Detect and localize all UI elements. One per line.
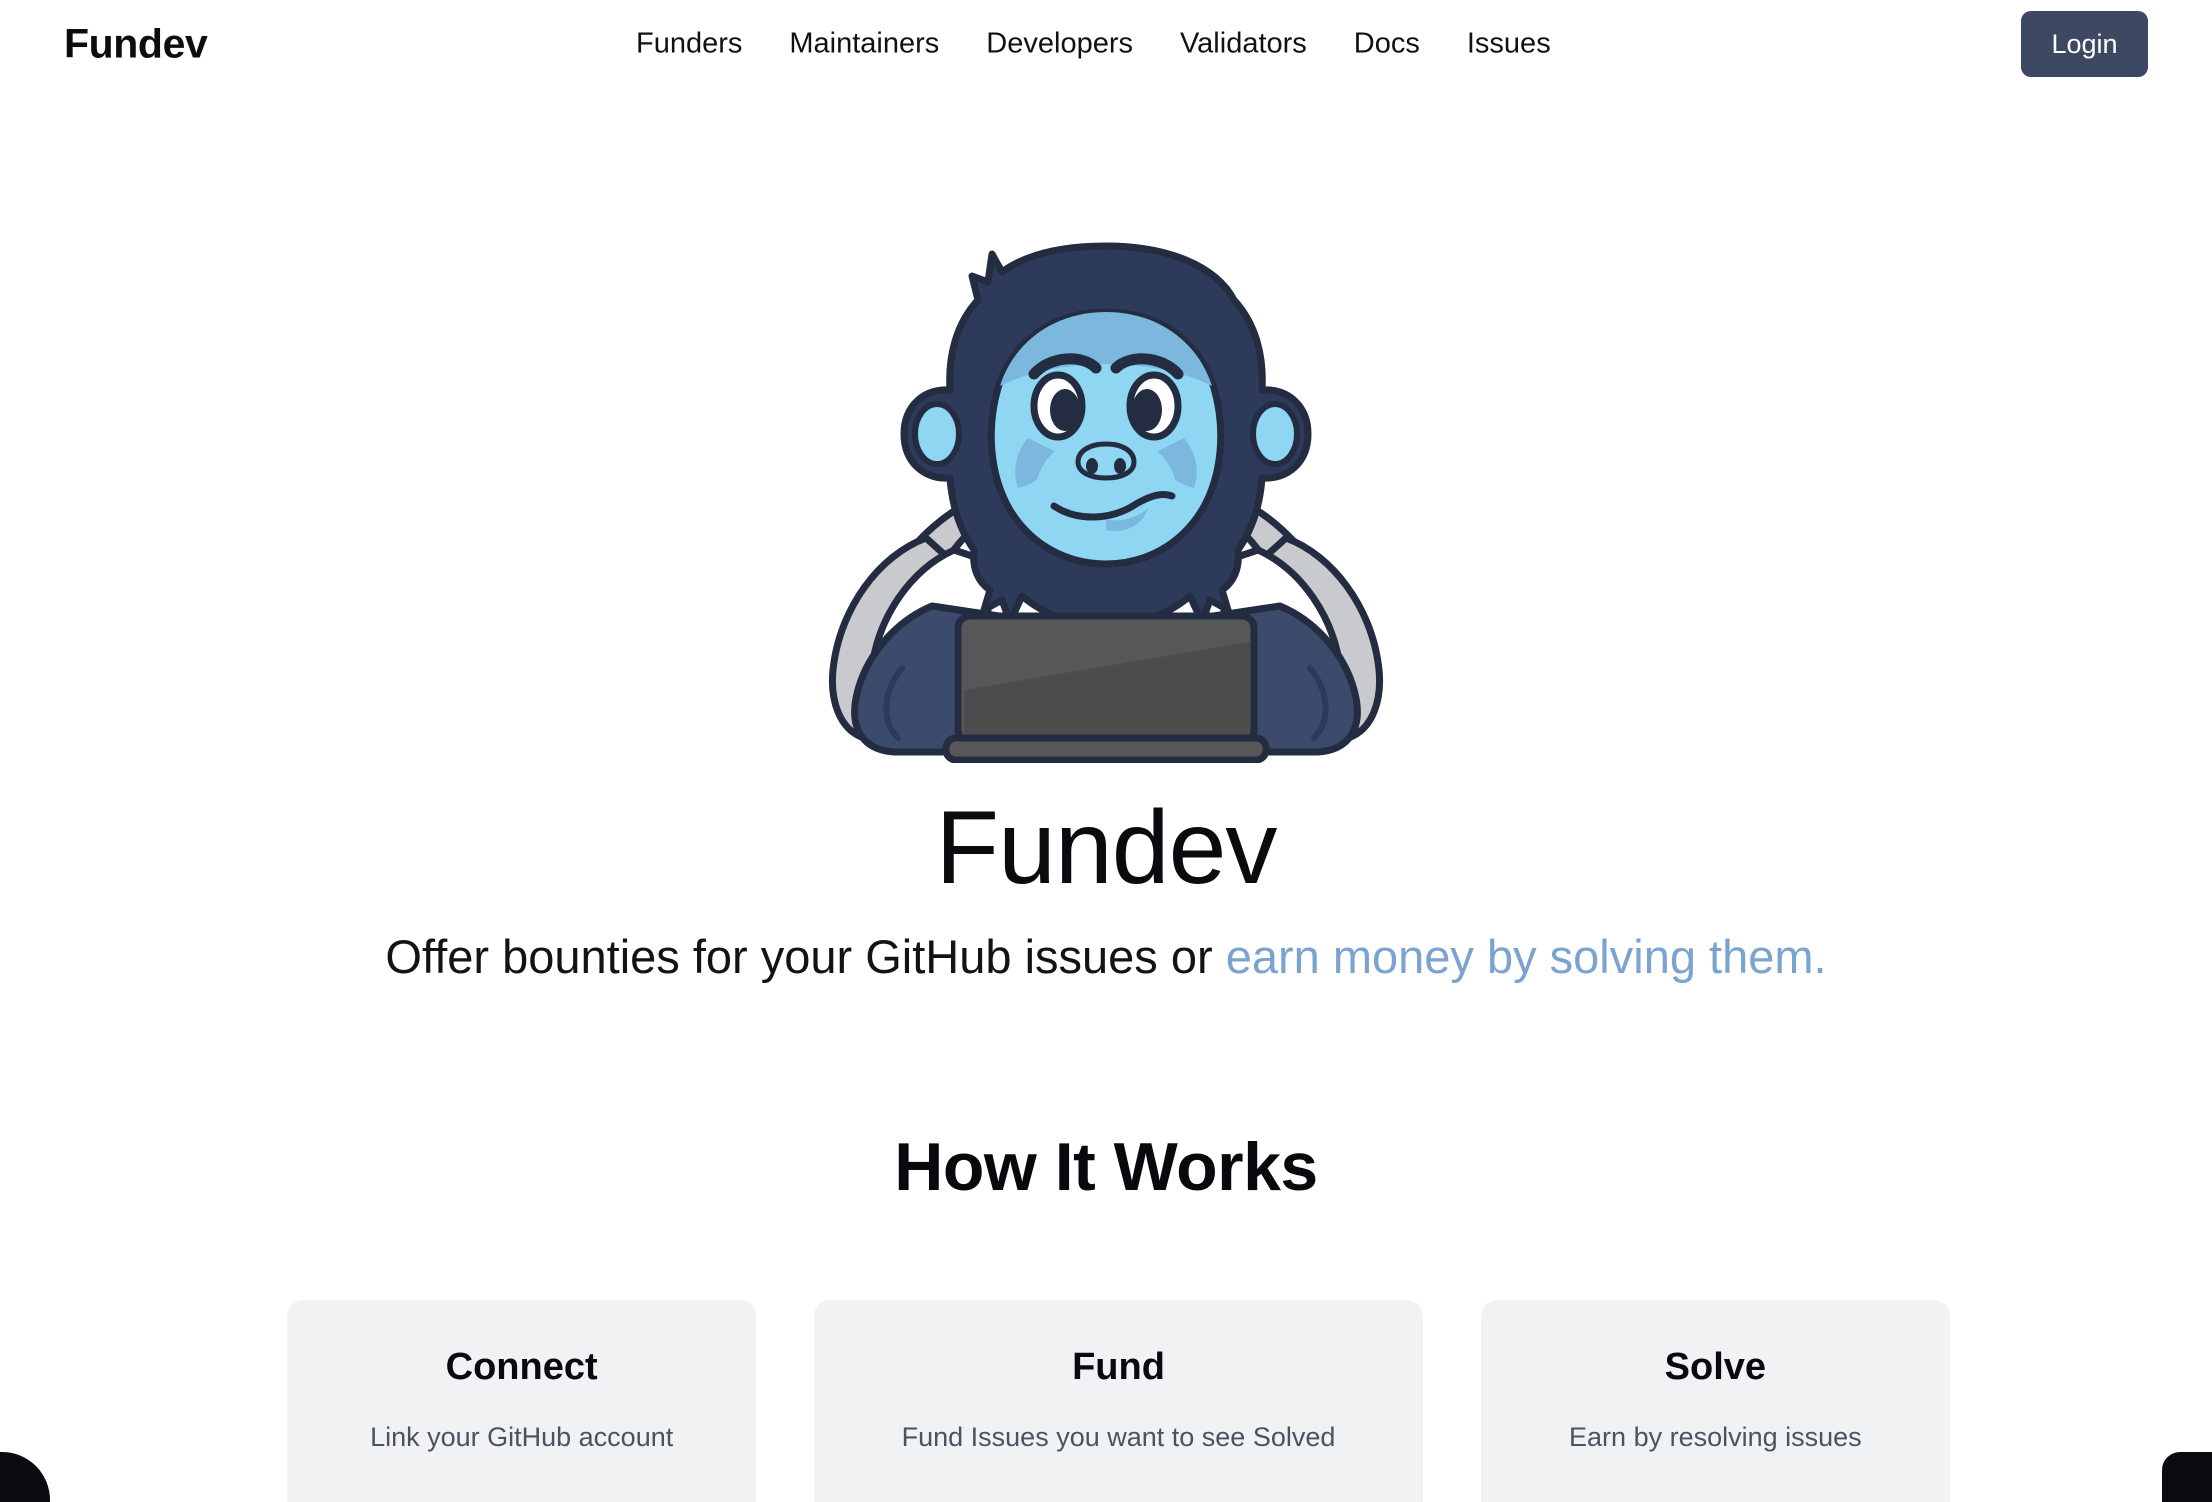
login-button[interactable]: Login <box>2021 11 2148 77</box>
badge-icon[interactable] <box>2162 1452 2212 1502</box>
nav-link-developers[interactable]: Developers <box>986 24 1133 65</box>
chat-bubble-icon[interactable] <box>0 1452 50 1502</box>
card-description: Earn by resolving issues <box>1569 1422 1862 1452</box>
how-it-works-card-fund[interactable]: Fund Fund Issues you want to see Solved <box>814 1300 1423 1502</box>
how-it-works-heading: How It Works <box>894 1129 1318 1205</box>
how-it-works-card-connect[interactable]: Connect Link your GitHub account <box>287 1300 757 1502</box>
card-description: Link your GitHub account <box>370 1422 674 1452</box>
page-title: Fundev <box>935 790 1278 906</box>
nav-link-funders[interactable]: Funders <box>636 24 742 65</box>
nav-link-maintainers[interactable]: Maintainers <box>789 24 939 65</box>
how-it-works-cards: Connect Link your GitHub account Fund Fu… <box>287 1300 1951 1502</box>
card-description: Fund Issues you want to see Solved <box>901 1422 1336 1452</box>
card-title: Solve <box>1664 1346 1767 1388</box>
nav-link-docs[interactable]: Docs <box>1354 24 1420 65</box>
brand-logo[interactable]: Fundev <box>64 23 208 65</box>
card-title: Fund <box>1072 1346 1165 1388</box>
gorilla-with-laptop-icon <box>806 238 1406 763</box>
card-title: Connect <box>445 1346 598 1388</box>
nav-link-issues[interactable]: Issues <box>1467 24 1551 65</box>
page-root: Fundev Funders Maintainers Developers Va… <box>0 0 2212 1502</box>
how-it-works-card-solve[interactable]: Solve Earn by resolving issues <box>1480 1300 1951 1502</box>
hero-subtitle-accent-link[interactable]: earn money by solving them. <box>1226 930 1827 983</box>
hero-subtitle: Offer bounties for your GitHub issues or… <box>0 928 2212 987</box>
nav-link-validators[interactable]: Validators <box>1180 24 1307 65</box>
hero-subtitle-lead: Offer bounties for your GitHub issues or <box>385 930 1226 983</box>
nav-links: Funders Maintainers Developers Validator… <box>636 24 1551 65</box>
top-navbar: Fundev Funders Maintainers Developers Va… <box>0 0 2212 88</box>
